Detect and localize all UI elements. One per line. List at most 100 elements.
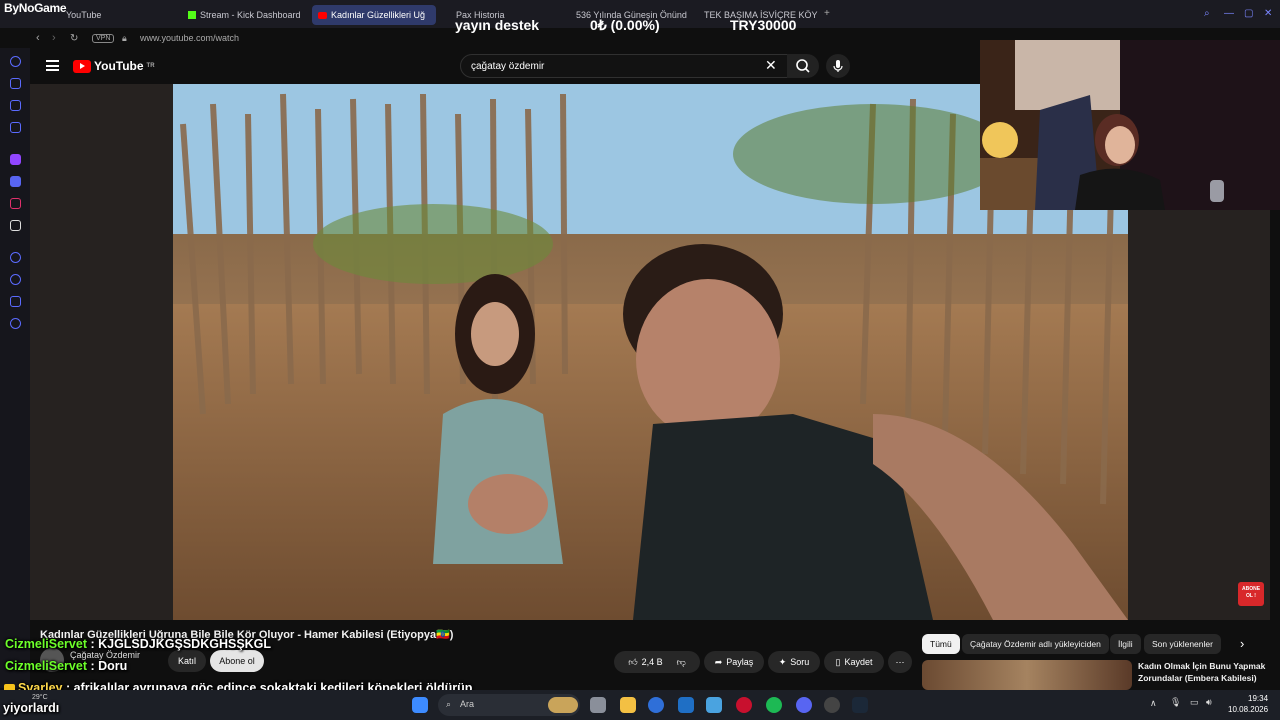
youtube-logo[interactable]: YouTube TR (73, 59, 155, 73)
thumbs-down-icon[interactable]: 👎︎ (677, 657, 686, 668)
steam-icon[interactable] (852, 697, 868, 713)
logo-text: YouTube (94, 59, 144, 73)
tray-chevron-icon[interactable]: ∧ (1150, 698, 1157, 709)
chat-text: KJGLSDJKGŞSDKGHSŞKGL (98, 637, 272, 651)
kick-icon (188, 11, 196, 19)
brand-logo: ByNoGame (4, 1, 67, 15)
mail-icon[interactable] (678, 697, 694, 713)
back-icon[interactable]: ‹ (36, 32, 40, 44)
tab-label: Kadınlar Güzellikleri Uğ (331, 10, 426, 20)
gaming-icon[interactable] (10, 100, 21, 111)
subscribe-button[interactable]: Abone ol (210, 650, 264, 672)
chat-message: CizmeliServet : Doru (5, 659, 127, 673)
vpn-badge[interactable]: VPN (92, 33, 115, 43)
more-actions-button[interactable]: ⋯ (888, 651, 912, 673)
tab-label: Stream - Kick Dashboard (200, 10, 301, 20)
clear-search-icon[interactable]: ✕ (765, 57, 777, 74)
recommended-thumbnail[interactable] (922, 660, 1132, 690)
new-tab-icon[interactable]: + (824, 8, 830, 19)
clock-date: 10.08.2026 (1228, 705, 1269, 714)
chat-message-continued: yiyorlardı (3, 701, 59, 715)
twitch-icon[interactable] (10, 154, 21, 165)
share-icon: ➦ (714, 656, 723, 667)
minimize-icon[interactable]: — (1224, 8, 1234, 19)
chat-username: CizmeliServet (5, 659, 87, 673)
subscribe-overlay-badge[interactable]: ABONE OL ! (1238, 582, 1264, 606)
chips-next-icon[interactable]: › (1240, 636, 1244, 651)
share-label: Paylaş (726, 657, 754, 667)
maximize-icon[interactable]: ▢ (1244, 8, 1253, 19)
chat-text: Doru (98, 659, 128, 673)
extensions-icon[interactable] (10, 78, 21, 89)
region-code: TR (146, 63, 155, 69)
task-view-icon[interactable] (590, 697, 606, 713)
address-bar: ‹ › ↻ VPN 🔒︎ www.youtube.com/watch (30, 28, 980, 48)
search-highlight-icon[interactable] (548, 697, 578, 713)
x-twitter-icon[interactable] (10, 220, 21, 231)
join-button[interactable]: Katıl (168, 650, 206, 672)
discord-taskbar-icon[interactable] (796, 697, 812, 713)
opera-icon[interactable] (736, 697, 752, 713)
reload-icon[interactable]: ↻ (70, 33, 78, 44)
webcam-scene (980, 40, 1280, 210)
volume-icon[interactable]: 🔊︎ (1206, 697, 1212, 708)
microphone-tray-icon[interactable]: 🎙︎ (1170, 697, 1181, 708)
ask-button[interactable]: ✦ Soru (768, 651, 820, 673)
forward-icon[interactable]: › (52, 32, 56, 44)
tab-youtube[interactable]: YouTube (60, 5, 170, 25)
youtube-header: YouTube TR çağatay özdemir ✕ (30, 48, 980, 84)
voice-search-button[interactable] (826, 54, 850, 78)
youtube-icon (318, 11, 327, 19)
taskbar-clock[interactable]: 19:34 10.08.2026 (1228, 693, 1268, 715)
like-dislike-group[interactable]: 👍︎ 2,4 B 👎︎ (614, 651, 700, 673)
chip-recent[interactable]: Son yüklenenler (1144, 634, 1221, 654)
share-button[interactable]: ➦ Paylaş (704, 651, 764, 673)
tab-label: YouTube (66, 10, 102, 20)
settings-icon[interactable] (10, 318, 21, 329)
ask-label: Soru (790, 657, 810, 667)
edge-icon[interactable] (648, 697, 664, 713)
tab-kick-dashboard[interactable]: Stream - Kick Dashboard (182, 5, 308, 25)
sparkle-icon: ✦ (778, 656, 787, 667)
save-label: Kaydet (844, 657, 873, 667)
thumbs-up-icon[interactable]: 👍︎ (628, 657, 637, 668)
chat-separator: : (86, 637, 99, 651)
chip-related[interactable]: İlgili (1110, 634, 1141, 654)
player-icon[interactable] (10, 252, 21, 263)
recommended-title[interactable]: Kadın Olmak İçin Bunu Yapmak Zorundalar … (1138, 660, 1265, 684)
hamburger-menu-icon[interactable] (46, 60, 59, 71)
search-button[interactable] (787, 54, 819, 78)
search-input[interactable]: çağatay özdemir (460, 54, 790, 78)
tab-current-video[interactable]: Kadınlar Güzellikleri Uğ (312, 5, 436, 25)
recommended-title-line2: Zorundalar (Embera Kabilesi) (1138, 673, 1257, 683)
chip-all[interactable]: Tümü (922, 634, 960, 654)
search-icon (796, 59, 810, 73)
history-icon[interactable] (10, 56, 21, 67)
clock-icon[interactable] (10, 274, 21, 285)
photos-icon[interactable] (706, 697, 722, 713)
save-button[interactable]: ▯ Kaydet (824, 651, 884, 673)
chat-separator: : (86, 659, 99, 673)
network-icon[interactable]: ▭ (1190, 697, 1199, 708)
lock-icon: 🔒︎ (122, 32, 127, 43)
close-icon[interactable]: ✕ (1264, 8, 1272, 19)
file-explorer-icon[interactable] (620, 697, 636, 713)
chat-text: yiyorlardı (3, 701, 60, 715)
webcam-overlay (980, 40, 1280, 210)
browser-sidebar (0, 48, 30, 688)
obs-icon[interactable] (824, 697, 840, 713)
microphone-icon (833, 60, 843, 72)
chip-from-uploader[interactable]: Çağatay Özdemir adlı yükleyiciden (962, 634, 1109, 654)
youtube-play-icon (73, 59, 91, 73)
url-field[interactable]: www.youtube.com/watch (140, 33, 239, 43)
windows-start-icon[interactable] (412, 697, 428, 713)
messenger-icon[interactable] (10, 122, 21, 133)
discord-icon[interactable] (10, 176, 21, 187)
weather-temp: 29°C (32, 694, 48, 701)
like-count: 2,4 B (641, 657, 663, 667)
search-icon[interactable]: ⌕ (1204, 8, 1210, 19)
instagram-icon[interactable] (10, 198, 21, 209)
windows-taskbar: Ara ⌕ ∧ 🎙︎ ▭ 🔊︎ 19:34 10.08.2026 (0, 690, 1280, 720)
spotify-icon[interactable] (766, 697, 782, 713)
cube-icon[interactable] (10, 296, 21, 307)
